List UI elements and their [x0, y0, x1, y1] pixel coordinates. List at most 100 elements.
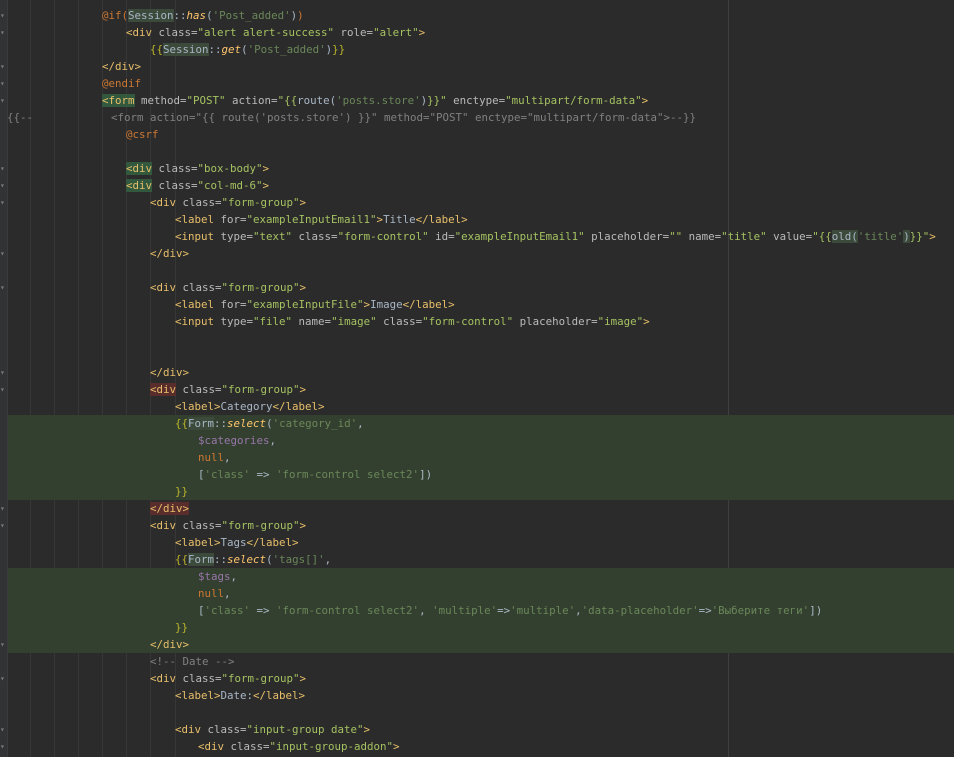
code-token: <div [175, 723, 208, 736]
code-line[interactable]: <label for="exampleInputEmail1">Title</l… [175, 211, 468, 228]
code-token: 'class' [204, 604, 251, 617]
code-line[interactable]: <div class="form-group"> [150, 517, 306, 534]
code-token: 'title' [857, 230, 904, 243]
code-token: "" [669, 230, 683, 243]
code-line[interactable]: <label>Date:</label> [175, 687, 305, 704]
code-token: </div> [102, 60, 142, 73]
code-token: > [393, 740, 400, 753]
fold-marker-icon[interactable]: ▾ [0, 505, 6, 513]
code-line[interactable]: }} [175, 483, 188, 500]
code-line[interactable]: $tags, [198, 568, 237, 585]
code-line[interactable]: {{Session::get('Post_added')}} [150, 41, 345, 58]
fold-marker-icon[interactable]: ▾ [0, 743, 6, 751]
code-line[interactable]: </div> [150, 245, 189, 262]
code-token: <input [175, 230, 221, 243]
code-line[interactable]: null, [198, 585, 231, 602]
code-line[interactable]: </div> [150, 500, 190, 517]
code-token: placeholder= [513, 315, 598, 328]
code-line[interactable]: </div> [150, 364, 189, 381]
code-line[interactable]: <div class="form-group"> [150, 381, 306, 398]
code-line[interactable]: <div class="form-group"> [150, 279, 306, 296]
code-token: :: [173, 9, 187, 22]
code-token: null [198, 451, 225, 464]
code-token: class= [182, 196, 222, 209]
code-line[interactable]: </div> [150, 636, 189, 653]
code-token: Form [188, 553, 215, 566]
code-token: "box-body" [197, 162, 263, 175]
code-token: 'Post_added' [212, 9, 291, 22]
code-token: "form-group" [221, 281, 300, 294]
code-line[interactable]: </div> [102, 58, 141, 75]
code-line[interactable]: <div class="alert alert-success" role="a… [126, 24, 425, 41]
code-line[interactable]: ['class' => 'form-control select2']) [198, 466, 432, 483]
code-token: 'Post_added' [247, 43, 326, 56]
code-line[interactable]: <input type="text" class="form-control" … [175, 228, 936, 245]
code-token: > [363, 723, 371, 736]
code-line[interactable]: null, [198, 449, 231, 466]
code-line[interactable]: <!-- Date --> [150, 653, 235, 670]
code-token: :: [208, 43, 222, 56]
fold-marker-icon[interactable]: ▾ [0, 369, 6, 377]
code-line[interactable]: <label>Category</label> [175, 398, 325, 415]
fold-marker-icon[interactable]: ▾ [0, 12, 6, 20]
code-line[interactable]: <input type="file" name="image" class="f… [175, 313, 650, 330]
fold-marker-icon[interactable]: ▾ [0, 726, 6, 734]
code-token: :: [214, 553, 228, 566]
code-line[interactable]: ['class' => 'form-control select2', 'mul… [198, 602, 822, 619]
code-token: enctype= [446, 94, 506, 107]
code-token: 'form-control select2' [276, 604, 420, 617]
code-token: Tags [220, 536, 247, 549]
code-token: > [929, 230, 936, 243]
code-line[interactable]: {{Form::select('category_id', [175, 415, 364, 432]
code-token: , [269, 434, 277, 447]
code-line[interactable]: <div class="form-group"> [150, 194, 306, 211]
code-token: , [357, 417, 364, 430]
code-line[interactable]: @endif [102, 75, 141, 92]
code-token: > [299, 281, 307, 294]
code-token: => [250, 604, 277, 617]
code-line[interactable]: <div class="input-group-addon"> [198, 738, 400, 755]
code-line[interactable]: <div class="col-md-6"> [126, 177, 269, 194]
code-line[interactable]: <label>Tags</label> [175, 534, 299, 551]
code-token: type= [220, 315, 254, 328]
code-token: "exampleInputEmail1" [454, 230, 585, 243]
fold-marker-icon[interactable]: ▾ [0, 522, 6, 530]
code-line[interactable]: }} [175, 619, 188, 636]
code-editor[interactable]: ▾ ▾ ▾ ▾ ▾ ▾ ▾ ▾ ▾ ▾ ▾ ▾ ▾ ▾ ▾ ▾ ▾ ▾ @if(Session::has('Pos… [0, 0, 954, 757]
code-line[interactable]: {{-- <form action="{{ route('posts.store… [7, 109, 696, 126]
code-line[interactable]: @if(Session::has('Post_added')) [102, 7, 304, 24]
code-line[interactable]: <div class="input-group date"> [175, 721, 370, 738]
fold-marker-icon[interactable]: ▾ [0, 675, 6, 683]
code-token: null [198, 587, 225, 600]
code-token: Image [370, 298, 403, 311]
code-token: "exampleInputFile" [246, 298, 364, 311]
fold-marker-icon[interactable]: ▾ [0, 63, 6, 71]
code-token: $categories [198, 434, 270, 447]
fold-marker-icon[interactable]: ▾ [0, 250, 6, 258]
code-line[interactable]: {{Form::select('tags[]', [175, 551, 331, 568]
fold-marker-icon[interactable]: ▾ [0, 80, 6, 88]
code-line[interactable]: @csrf [126, 126, 159, 143]
code-token: 'tags[]' [272, 553, 325, 566]
code-line[interactable]: <div class="form-group"> [150, 670, 306, 687]
code-token: </label> [253, 689, 306, 702]
code-token: <div [150, 383, 177, 396]
code-token: {{-- [7, 111, 34, 124]
code-token: for= [220, 213, 247, 226]
code-line[interactable]: <form method="POST" action="{{route('pos… [102, 92, 648, 109]
code-token: role= [334, 26, 374, 39]
fold-marker-icon[interactable]: ▾ [0, 97, 6, 105]
code-line[interactable]: <div class="box-body"> [126, 160, 269, 177]
fold-marker-icon[interactable]: ▾ [0, 386, 6, 394]
fold-marker-icon[interactable]: ▾ [0, 284, 6, 292]
fold-marker-icon[interactable]: ▾ [0, 641, 6, 649]
code-line[interactable]: $categories, [198, 432, 276, 449]
fold-marker-icon[interactable]: ▾ [0, 199, 6, 207]
code-token: <div [126, 179, 153, 192]
fold-marker-icon[interactable]: ▾ [0, 182, 6, 190]
fold-marker-icon[interactable]: ▾ [0, 29, 6, 37]
code-token: for= [220, 298, 247, 311]
code-line[interactable]: <label for="exampleInputFile">Image</lab… [175, 296, 455, 313]
code-token: <div [126, 162, 153, 175]
fold-marker-icon[interactable]: ▾ [0, 165, 6, 173]
